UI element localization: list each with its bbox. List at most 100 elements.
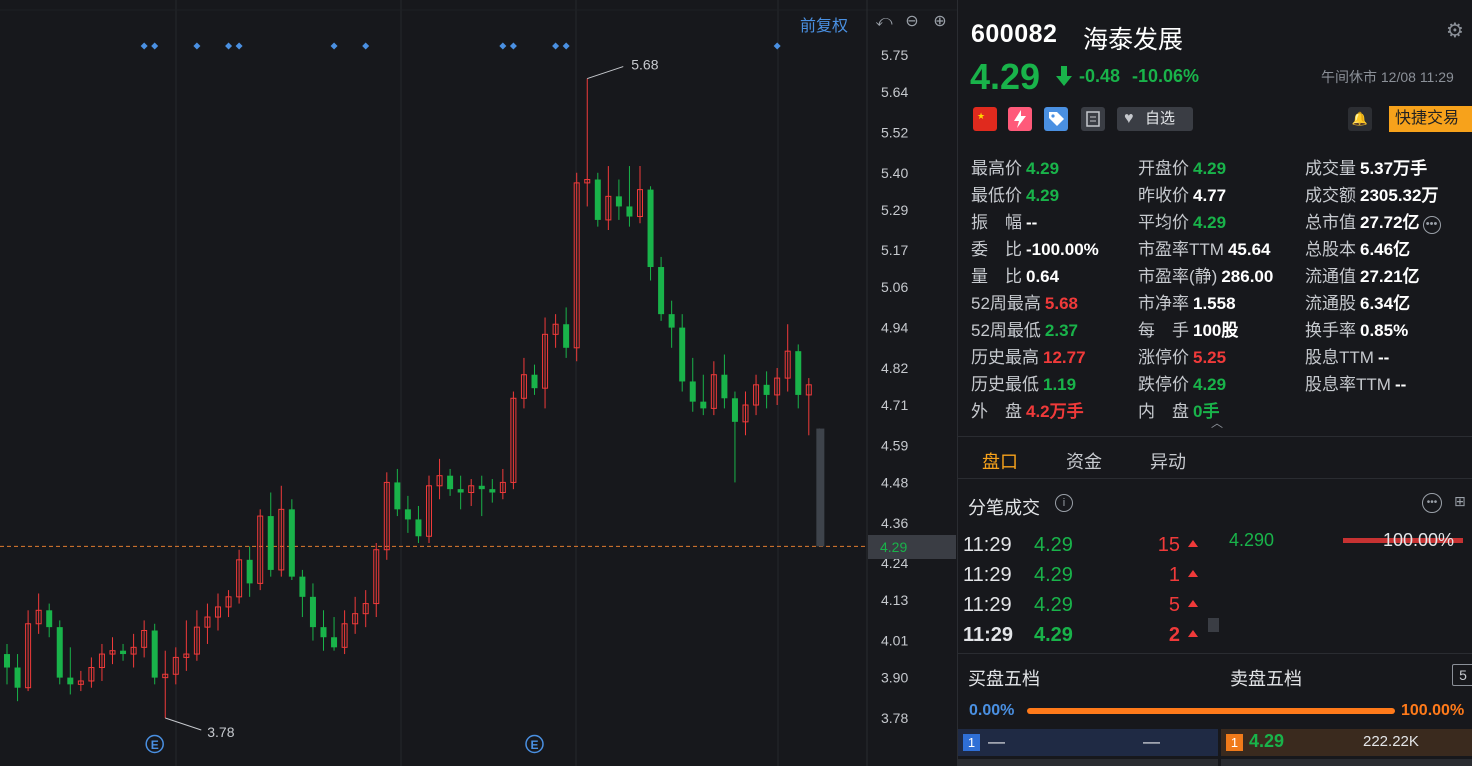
y-tick-label: 4.59: [881, 437, 908, 453]
stat-label: 52周最低: [971, 321, 1041, 340]
candle-body: [489, 489, 496, 493]
undo-icon[interactable]: ⤺: [874, 12, 894, 32]
tick-volume: 15: [1157, 534, 1180, 556]
scroll-thumb[interactable]: [1208, 618, 1219, 632]
stat-col2-4: 市盈率(静) 286.00: [1138, 262, 1273, 287]
divider: [958, 436, 1472, 437]
chevron-up-icon[interactable]: ︿: [1211, 414, 1223, 431]
tick-volume: 5: [1168, 594, 1180, 616]
price-change-pct: -10.06%: [1132, 66, 1200, 86]
tick-price: 4.29: [1034, 624, 1073, 646]
candle-body: [700, 401, 707, 409]
stat-label: 量 比: [971, 267, 1022, 286]
signal-marker: [193, 42, 201, 50]
candle-body: [151, 630, 158, 678]
stat-value: 27.21亿: [1360, 267, 1420, 286]
stat-value: 27.72亿: [1360, 213, 1420, 232]
tick-volume: 1: [1168, 564, 1180, 586]
kline-chart[interactable]: 5.75 5.64 5.52 5.40 5.29 5.17 5.06 4.94 4.82 4.71…: [0, 0, 957, 766]
stat-col1-5: 52周最高 5.68: [971, 289, 1078, 314]
candle-body: [689, 381, 696, 402]
arrow-up-icon: [1188, 600, 1198, 607]
stat-label: 总市值: [1305, 213, 1356, 232]
price-change: -0.48: [1079, 66, 1121, 86]
adjust-mode-button[interactable]: 前复权: [800, 12, 848, 36]
stat-value: 4.2万手: [1026, 402, 1084, 421]
candle-body: [795, 351, 802, 395]
kline-chart-pane[interactable]: 5.75 5.64 5.52 5.40 5.29 5.17 5.06 4.94 4.82 4.71…: [0, 0, 957, 766]
stat-value: -100.00%: [1026, 240, 1099, 259]
candle-body: [299, 576, 306, 597]
stat-col1-9: 外 盘 4.2万手: [971, 397, 1084, 422]
bell-icon[interactable]: 🔔: [1348, 107, 1372, 131]
ask-level-row[interactable]: 1 4.29 222.22K: [1221, 729, 1472, 756]
bid-volume: —: [1143, 732, 1160, 751]
zoom-in-icon[interactable]: ⊕: [930, 12, 950, 32]
stat-value: 4.29: [1193, 375, 1227, 394]
stat-value: 1.19: [1043, 375, 1077, 394]
tab-pankou[interactable]: 盘口: [982, 448, 1018, 474]
high-leader: [587, 66, 624, 80]
add-watchlist-button[interactable]: ♥ 自选: [1117, 107, 1193, 131]
tab-funds[interactable]: 资金: [1066, 448, 1102, 474]
y-tick-label: 4.82: [881, 360, 908, 376]
info-icon[interactable]: i: [1055, 494, 1073, 512]
stat-col3-5: 流通股 6.34亿: [1305, 289, 1410, 314]
low-leader: [165, 717, 202, 731]
y-tick-label: 5.75: [881, 47, 908, 63]
stat-value: --: [1377, 348, 1390, 367]
y-tick-label: 4.13: [881, 592, 908, 608]
tick-row: 11:29 4.29 5: [963, 594, 1203, 620]
gear-icon[interactable]: ⚙: [1446, 20, 1468, 42]
candle-body: [4, 654, 10, 668]
stat-value: 4.29: [1193, 159, 1227, 178]
zoom-out-icon[interactable]: ⊖: [902, 12, 922, 32]
stat-label: 股息TTM: [1305, 348, 1374, 367]
svg-text:★: ★: [977, 111, 985, 121]
stat-label: 振 幅: [971, 213, 1022, 232]
stat-value: 2305.32万: [1360, 186, 1439, 205]
ask-price: 4.29: [1249, 731, 1285, 751]
candle-body: [56, 627, 63, 678]
notes-icon[interactable]: [1081, 107, 1105, 131]
stat-value: 5.25: [1193, 348, 1227, 367]
stat-value: --: [1026, 213, 1038, 232]
stat-col1-3: 委 比 -100.00%: [971, 235, 1099, 260]
stat-col1-4: 量 比 0.64: [971, 262, 1059, 287]
bid-level-row[interactable]: 1 — —: [958, 729, 1218, 756]
signal-marker: [330, 42, 338, 50]
arrow-up-icon: [1188, 540, 1198, 547]
tag-icon[interactable]: [1044, 107, 1068, 131]
tick-time: 11:29: [963, 534, 1012, 556]
stat-col3-6: 换手率 0.85%: [1305, 316, 1408, 341]
quick-trade-button[interactable]: 快捷交易: [1389, 106, 1472, 132]
stat-col3-1: 成交额 2305.32万: [1305, 181, 1438, 206]
more-icon[interactable]: •••: [1422, 216, 1441, 234]
more-icon[interactable]: •••: [1422, 493, 1442, 513]
stat-col1-0: 最高价 4.29: [971, 154, 1059, 179]
signal-marker: [509, 42, 517, 50]
signal-marker: [773, 42, 781, 50]
stat-label: 成交量: [1305, 159, 1356, 178]
stat-label: 昨收价: [1138, 186, 1189, 205]
stat-value: 1.558: [1193, 294, 1236, 313]
stat-label: 流通值: [1305, 267, 1356, 286]
price-distribution-pct: 100.00%: [1383, 530, 1455, 550]
stat-label: 外 盘: [971, 402, 1022, 421]
stat-label: 最高价: [971, 159, 1022, 178]
stat-value: 100股: [1193, 321, 1239, 340]
current-price-tag: 4.29: [868, 535, 956, 559]
arrow-down-icon: [1056, 66, 1072, 86]
china-flag-icon[interactable]: ★: [973, 107, 997, 131]
tab-movement[interactable]: 异动: [1150, 448, 1186, 474]
stat-col3-0: 成交量 5.37万手: [1305, 154, 1427, 179]
stat-value: 6.46亿: [1360, 240, 1411, 259]
book-level-select[interactable]: 5: [1452, 664, 1472, 686]
stat-label: 委 比: [971, 240, 1022, 259]
stat-value: 45.64: [1227, 240, 1271, 259]
y-tick-label: 3.90: [881, 670, 908, 686]
grid-icon[interactable]: ⊞: [1454, 493, 1472, 513]
stat-col1-8: 历史最低 1.19: [971, 370, 1076, 395]
tick-trades-title: 分笔成交: [968, 498, 1040, 518]
lightning-icon[interactable]: [1008, 107, 1032, 131]
